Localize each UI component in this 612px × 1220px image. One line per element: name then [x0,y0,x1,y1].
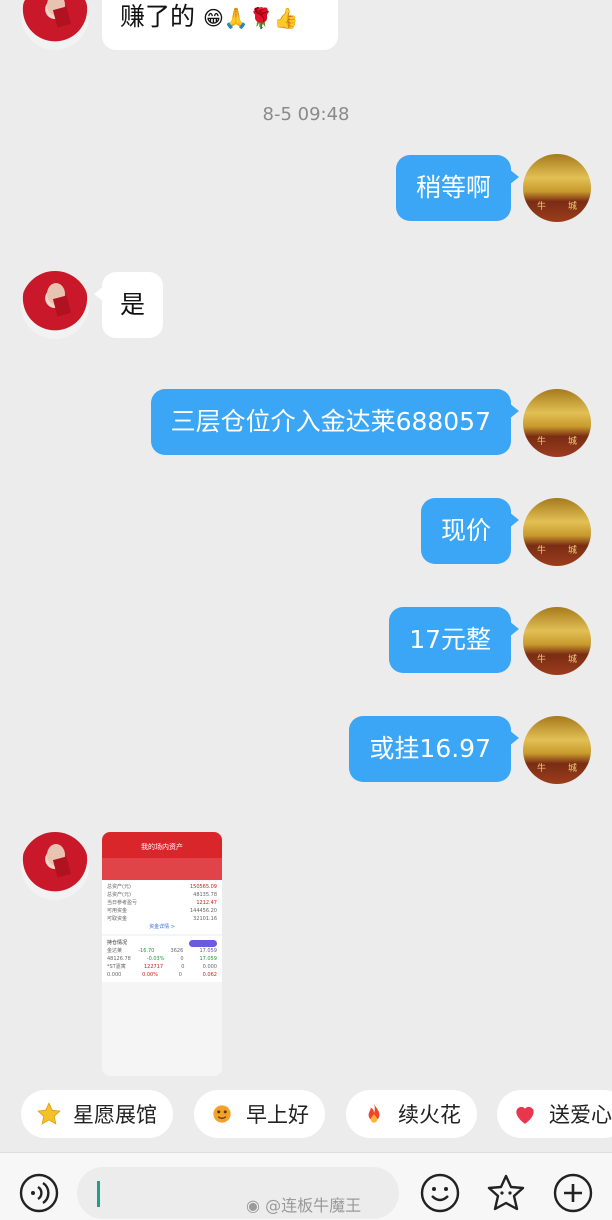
message-text: 稍等啊 [415,173,491,202]
emoji-sequence: 😁🙏🌹👍 [202,6,299,30]
asset-panel: 总资产(元) 150565.09 总资产(元) 48135.78 当日参考盈亏 121… [102,880,222,934]
my-avatar[interactable]: 牛城 [523,154,591,222]
contact-avatar[interactable] [21,0,89,50]
sun-face-icon [208,1100,236,1128]
my-avatar[interactable]: 牛城 [523,498,591,566]
message-text: 现价 [440,516,491,545]
message-text: 是 [120,290,146,319]
my-avatar[interactable]: 牛城 [523,389,591,457]
image-message[interactable]: 我的场内资产 总资产(元) 150565.09 总资产(元) 48135.78 当日… [102,832,222,1076]
chat-area[interactable]: 赚了的 😁🙏🌹👍 8-5 09:48 稍等啊 牛城 是 三层仓位介入金达莱688… [0,0,612,1085]
my-avatar[interactable]: 牛城 [523,716,591,784]
contact-avatar[interactable] [21,832,89,900]
chip-star-gallery[interactable]: 星愿展馆 [21,1090,173,1138]
watermark-text: @连板牛魔王 [265,1196,362,1215]
plus-icon[interactable] [553,1173,593,1213]
message-text: 赚了的 [120,2,196,31]
sticker-icon[interactable] [486,1173,526,1213]
chip-send-love[interactable]: 送爱心 [497,1090,612,1138]
star-icon [35,1100,63,1128]
chip-label: 星愿展馆 [73,1103,157,1127]
message-bubble-right[interactable]: 现价 [420,498,520,564]
message-bubble-right[interactable]: 稍等啊 [395,155,520,221]
chip-good-morning[interactable]: 早上好 [194,1090,325,1138]
chip-keep-spark[interactable]: 续火花 [346,1090,477,1138]
weibo-icon: ◉ [246,1196,260,1215]
message-bubble-right[interactable]: 或挂16.97 [349,716,519,782]
message-bubble-right[interactable]: 17元整 [389,607,519,673]
heart-icon [511,1100,539,1128]
chip-label: 早上好 [246,1103,309,1127]
message-text: 三层仓位介入金达莱688057 [170,407,491,436]
positions-panel: 持仓情况 金达莱 -16.70 3626 17.059 48126.78 -0.03% 0… [102,936,222,982]
message-text: 或挂16.97 [369,734,491,763]
chip-label: 续火花 [398,1103,461,1127]
text-caret [97,1181,100,1207]
fire-icon [360,1100,388,1128]
chip-label: 送爱心 [549,1103,612,1127]
image-header: 我的场内资产 [102,832,222,858]
voice-icon[interactable] [19,1173,59,1213]
emoji-icon[interactable] [420,1173,460,1213]
message-bubble-right[interactable]: 三层仓位介入金达莱688057 [150,389,520,455]
contact-avatar[interactable] [21,271,89,339]
message-timestamp: 8-5 09:48 [262,104,350,125]
message-bubble-left[interactable]: 赚了的 😁🙏🌹👍 [102,0,338,50]
message-text: 17元整 [409,625,491,654]
my-avatar[interactable]: 牛城 [523,607,591,675]
quick-chips-bar: 星愿展馆 早上好 续火花 送爱心 [0,1086,612,1142]
watermark: ◉ @连板牛魔王 [246,1192,361,1216]
message-bubble-left[interactable]: 是 [93,272,164,338]
